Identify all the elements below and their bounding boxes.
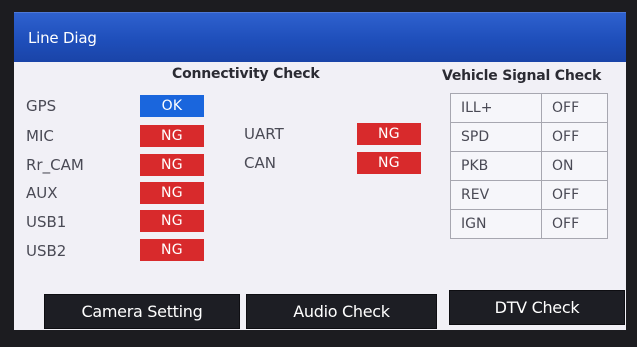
camera-setting-button[interactable]: Camera Setting xyxy=(44,294,240,329)
status-badge-can: NG xyxy=(357,152,421,174)
signal-name: ILL+ xyxy=(450,93,542,123)
status-badge-aux: NG xyxy=(140,182,204,204)
connectivity-check-heading: Connectivity Check xyxy=(172,66,320,82)
vehicle-signal-check-heading: Vehicle Signal Check xyxy=(442,68,602,84)
signal-name: IGN xyxy=(450,209,542,239)
screen-bezel-right xyxy=(626,0,637,347)
signal-value: OFF xyxy=(541,209,608,239)
connectivity-label-aux: AUX xyxy=(26,184,58,202)
line-diag-screen: Line Diag Connectivity Check Vehicle Sig… xyxy=(0,0,637,347)
connectivity-label-rr-cam: Rr_CAM xyxy=(26,156,84,174)
connectivity-label-uart: UART xyxy=(244,125,284,143)
signal-name: PKB xyxy=(450,151,542,181)
screen-bezel-left xyxy=(0,0,14,347)
status-badge-gps: OK xyxy=(140,95,204,117)
signal-value: OFF xyxy=(541,122,608,152)
status-badge-usb1: NG xyxy=(140,210,204,232)
title-bar: Line Diag xyxy=(14,12,626,62)
signal-value: OFF xyxy=(541,180,608,210)
signal-row-spd: SPD OFF xyxy=(450,122,608,152)
status-badge-mic: NG xyxy=(140,125,204,147)
signal-value: OFF xyxy=(541,93,608,123)
connectivity-label-usb1: USB1 xyxy=(26,213,67,231)
status-badge-usb2: NG xyxy=(140,239,204,261)
signal-name: SPD xyxy=(450,122,542,152)
status-badge-uart: NG xyxy=(357,123,421,145)
page-title: Line Diag xyxy=(28,29,97,47)
signal-row-ign: IGN OFF xyxy=(450,209,608,239)
signal-name: REV xyxy=(450,180,542,210)
connectivity-label-gps: GPS xyxy=(26,97,57,115)
signal-row-pkb: PKB ON xyxy=(450,151,608,181)
dtv-check-button[interactable]: DTV Check xyxy=(449,290,625,325)
audio-check-button[interactable]: Audio Check xyxy=(246,294,437,329)
vehicle-signal-table: ILL+ OFF SPD OFF PKB ON REV OFF IGN OFF xyxy=(450,93,608,239)
signal-row-ill: ILL+ OFF xyxy=(450,93,608,123)
signal-row-rev: REV OFF xyxy=(450,180,608,210)
signal-value: ON xyxy=(541,151,608,181)
status-badge-rr-cam: NG xyxy=(140,154,204,176)
connectivity-label-usb2: USB2 xyxy=(26,242,67,260)
screen-bezel-bottom xyxy=(0,330,637,347)
connectivity-label-mic: MIC xyxy=(26,127,54,145)
connectivity-label-can: CAN xyxy=(244,154,276,172)
screen-bezel-top xyxy=(0,0,637,12)
